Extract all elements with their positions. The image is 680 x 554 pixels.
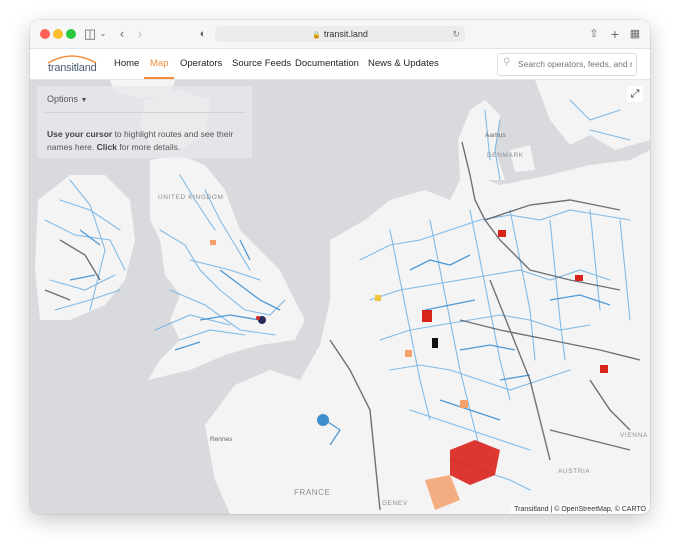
options-dropdown[interactable]: Options ▼ bbox=[47, 94, 87, 104]
hotspot-ruhr[interactable] bbox=[422, 310, 432, 322]
forward-arrow-icon[interactable]: › bbox=[134, 25, 146, 43]
map-label-rennes: Rennes bbox=[210, 436, 233, 443]
sidebar-toggle-icon[interactable]: ◫ bbox=[82, 25, 98, 43]
nav-news-updates[interactable]: News & Updates bbox=[368, 49, 439, 79]
options-label: Options bbox=[47, 94, 79, 104]
reload-icon[interactable]: ↻ bbox=[452, 26, 460, 42]
search-box[interactable]: ⚲ bbox=[497, 53, 637, 76]
nav-active-indicator bbox=[144, 77, 174, 79]
fullscreen-icon[interactable]: ⤢ bbox=[627, 86, 643, 102]
map-label-denmark: DENMARK bbox=[487, 152, 524, 159]
privacy-shield-icon[interactable]: ◐ bbox=[196, 25, 210, 43]
nav-home[interactable]: Home bbox=[114, 49, 139, 79]
search-input[interactable] bbox=[518, 56, 632, 72]
browser-window: ◫ ⌄ ‹ › ◐ 🔒 transit.land ↻ ⇧ + ▦ transitl… bbox=[30, 20, 650, 514]
nav-source-feeds[interactable]: Source Feeds bbox=[232, 49, 291, 79]
caret-down-icon: ▼ bbox=[80, 97, 88, 104]
map-options-panel: Options ▼ Use your cursor to highlight r… bbox=[37, 86, 252, 158]
map-label-vienna: VIENNA bbox=[620, 432, 648, 439]
map-label-austria: AUSTRIA bbox=[558, 468, 591, 475]
share-icon[interactable]: ⇧ bbox=[587, 25, 601, 43]
url-text: transit.land bbox=[323, 29, 368, 39]
logo-text: transitland bbox=[48, 62, 97, 74]
transitland-logo[interactable]: transitland bbox=[44, 53, 100, 77]
hotspot-prague[interactable] bbox=[600, 365, 608, 373]
hotspot-hamburg[interactable] bbox=[498, 230, 506, 237]
zoom-window-button[interactable] bbox=[66, 29, 76, 39]
hotspot-amsterdam[interactable] bbox=[375, 295, 381, 301]
close-window-button[interactable] bbox=[40, 29, 50, 39]
minimize-window-button[interactable] bbox=[53, 29, 63, 39]
map-label-united-kingdom: UNITED KINGDOM bbox=[158, 194, 224, 201]
nav-operators[interactable]: Operators bbox=[180, 49, 222, 79]
lock-icon: 🔒 bbox=[312, 32, 321, 39]
map-help-text: Use your cursor to highlight routes and … bbox=[47, 129, 234, 152]
chevron-down-icon[interactable]: ⌄ bbox=[98, 25, 108, 43]
map-label-aarhus: Aarhus bbox=[485, 132, 506, 139]
panel-divider bbox=[45, 112, 245, 113]
map-label-france: FRANCE bbox=[294, 488, 331, 497]
map-attribution[interactable]: Transitland | © OpenStreetMap, © CARTO bbox=[510, 505, 650, 514]
map-label-geneva: GENEV bbox=[382, 500, 408, 507]
nav-map[interactable]: Map bbox=[150, 49, 168, 79]
address-bar[interactable]: 🔒 transit.land ↻ bbox=[215, 26, 465, 42]
hotspot-cologne[interactable] bbox=[432, 338, 438, 348]
browser-titlebar: ◫ ⌄ ‹ › ◐ 🔒 transit.land ↻ ⇧ + ▦ bbox=[30, 20, 650, 49]
hotspot-berlin[interactable] bbox=[575, 275, 583, 281]
site-navbar: transitland Home Map Operators Source Fe… bbox=[30, 49, 650, 80]
back-arrow-icon[interactable]: ‹ bbox=[116, 25, 128, 43]
hotspot-frankfurt[interactable] bbox=[405, 350, 412, 357]
new-tab-icon[interactable]: + bbox=[608, 25, 622, 43]
search-icon: ⚲ bbox=[503, 57, 511, 68]
tab-overview-icon[interactable]: ▦ bbox=[628, 25, 642, 43]
nav-documentation[interactable]: Documentation bbox=[295, 49, 359, 79]
hotspot-paris[interactable] bbox=[317, 414, 329, 426]
route-map[interactable]: DENMARK Aarhus UNITED KINGDOM FRANCE AUS… bbox=[30, 80, 650, 514]
